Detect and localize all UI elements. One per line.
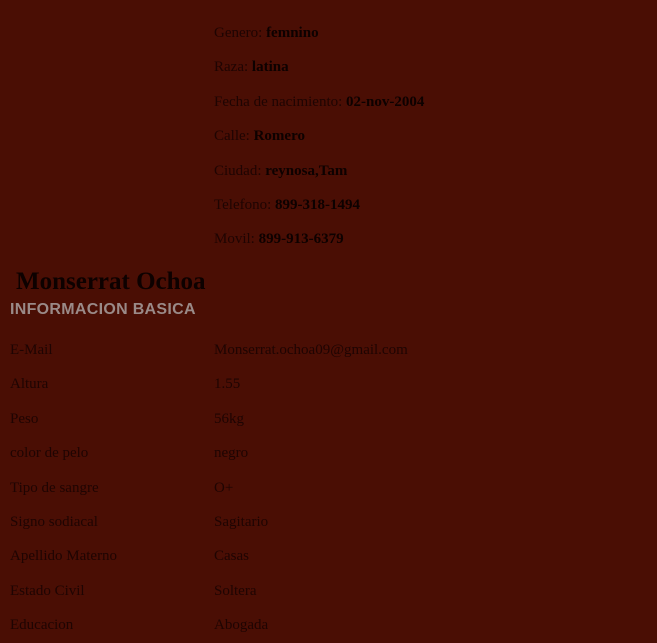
contact-info-list: Genero: femnino Raza: latina Fecha de na…	[214, 24, 424, 265]
row-label: Apellido Materno	[10, 548, 118, 565]
email-value: Monserrat.ochoa09@gmail.com	[214, 342, 408, 358]
row-label: Altura	[10, 376, 49, 393]
row-label: Peso	[10, 410, 39, 427]
info-movil: Movil: 899-913-6379	[214, 231, 344, 248]
info-calle: Calle: Romero	[214, 128, 305, 145]
row-label: E-Mail	[10, 342, 53, 358]
table-row: Tipo de sangre O+	[10, 479, 640, 513]
row-label: Tipo de sangre	[10, 479, 99, 496]
section-title-basic-info: INFORMACION BASICA	[10, 301, 196, 318]
row-value: 56kg	[214, 410, 244, 427]
basic-info-table: E-Mail Monserrat.ochoa09@gmail.com Altur…	[10, 341, 640, 643]
row-label: Signo sodiacal	[10, 513, 98, 530]
table-row: E-Mail Monserrat.ochoa09@gmail.com	[10, 341, 640, 375]
row-value: Casas	[214, 548, 249, 565]
table-row: Signo sodiacal Sagitario	[10, 513, 640, 547]
row-value: Sagitario	[214, 513, 269, 530]
info-raza: Raza: latina	[214, 59, 289, 76]
row-label: Educacion	[10, 617, 74, 634]
info-genero: Genero: femnino	[214, 25, 319, 41]
row-label: Estado Civil	[10, 582, 85, 599]
info-fecha-nacimiento: Fecha de nacimiento: 02-nov-2004	[214, 93, 425, 110]
profile-name: Monserrat Ochoa	[16, 268, 206, 295]
table-row: Estado Civil Soltera	[10, 582, 640, 616]
row-value: 1.55	[214, 376, 241, 393]
info-ciudad: Ciudad: reynosa,Tam	[214, 162, 348, 179]
row-value: O+	[214, 479, 234, 496]
info-telefono: Telefono: 899-318-1494	[214, 196, 361, 213]
row-value: Soltera	[214, 582, 257, 599]
row-value: Abogada	[214, 617, 269, 634]
row-label: color de pelo	[10, 445, 89, 462]
table-row: Apellido Materno Casas	[10, 547, 640, 581]
row-value: negro	[214, 445, 249, 462]
table-row: color de pelo negro	[10, 444, 640, 478]
table-row: Peso 56kg	[10, 410, 640, 444]
table-row: Altura 1.55	[10, 375, 640, 409]
table-row: Educacion Abogada	[10, 616, 640, 643]
